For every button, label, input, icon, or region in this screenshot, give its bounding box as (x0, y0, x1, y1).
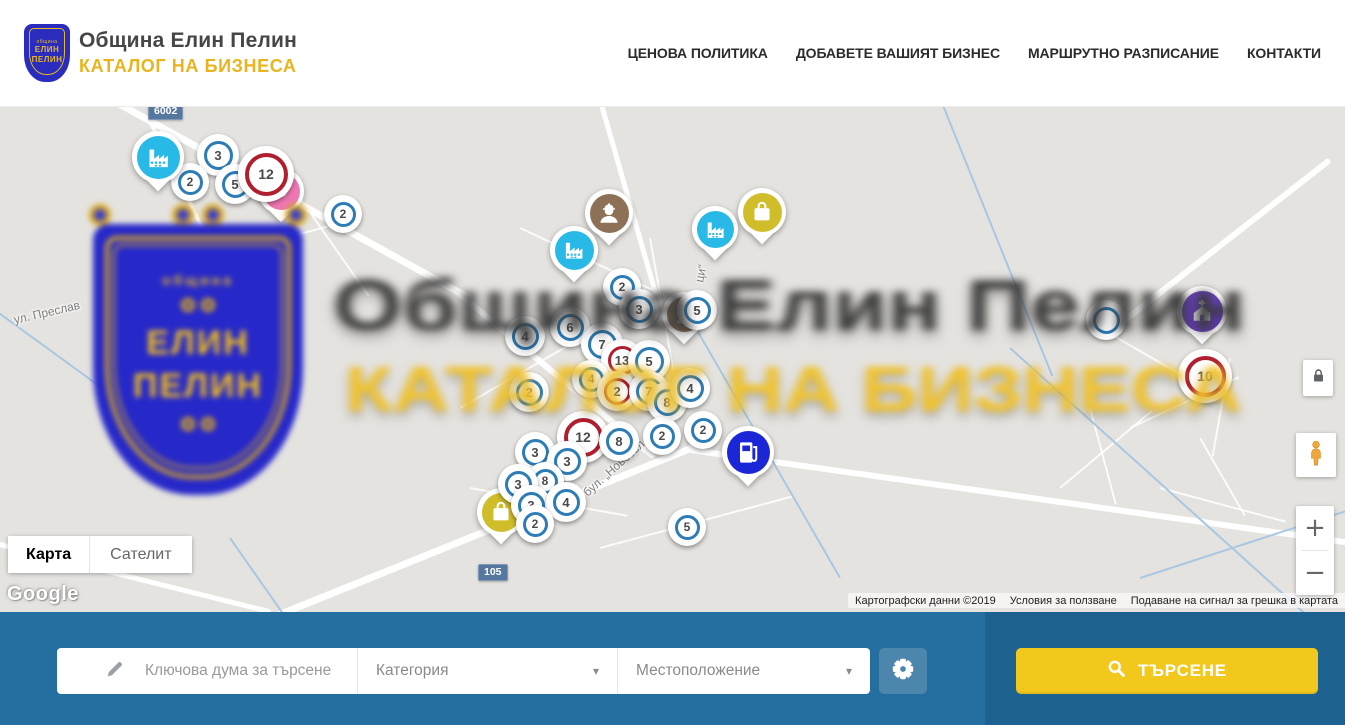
zoom-in-button[interactable]: + (1296, 506, 1334, 550)
chevron-down-icon: ▾ (593, 664, 599, 678)
ornament-curl (202, 204, 224, 226)
street-label: ци“ (692, 263, 709, 283)
watermark-subtitle: КАТАЛОГ НА БИЗНЕСА (345, 352, 1242, 426)
lock-button[interactable] (1303, 360, 1333, 396)
search-fields: Категория ▾ Местоположение ▾ (57, 648, 870, 694)
factory-icon (697, 211, 734, 248)
cluster-marker[interactable]: 5 (677, 290, 717, 330)
site-title: Община Елин Пелин (79, 29, 297, 53)
attribution-data: Картографски данни ©2019 (848, 595, 1003, 607)
keyword-field[interactable] (57, 648, 357, 694)
ornament-curl (89, 204, 111, 226)
road-line (1059, 410, 1152, 489)
crest-inner: община ЕЛИН ПЕЛИН (29, 28, 65, 75)
cluster-marker[interactable]: 2 (324, 195, 362, 233)
cluster-marker[interactable]: 8 (599, 421, 639, 461)
street-view-pegman-button[interactable] (1296, 433, 1336, 477)
cluster-marker[interactable]: 5 (668, 508, 706, 546)
church-pin[interactable] (1177, 286, 1227, 350)
road-line (1123, 158, 1332, 323)
map-type-control: Карта Сателит (8, 536, 192, 573)
nav-item-contacts[interactable]: КОНТАКТИ (1247, 45, 1321, 61)
cluster-marker[interactable]: 2 (516, 505, 554, 543)
advanced-settings-button[interactable] (879, 648, 927, 694)
brand-text: Община Елин Пелин КАТАЛОГ НА БИЗНЕСА (79, 29, 297, 77)
site-header: община ЕЛИН ПЕЛИН Община Елин Пелин КАТА… (0, 0, 1345, 107)
satellite-view-button[interactable]: Сателит (89, 536, 191, 573)
crest-name-line1: ЕЛИН (146, 322, 250, 365)
location-label: Местоположение (636, 662, 760, 680)
nav-item-route-schedule[interactable]: МАРШРУТНО РАЗПИСАНИЕ (1028, 45, 1219, 61)
category-label: Категория (376, 662, 448, 680)
municipality-crest-logo: община ЕЛИН ПЕЛИН (24, 24, 70, 82)
crest-name-line1: ЕЛИН (35, 46, 59, 55)
watermark-crest-shield: община ЕЛИН ПЕЛИН (93, 224, 303, 495)
bag-icon (743, 193, 782, 232)
water-line (939, 107, 1053, 377)
map-attribution: Картографски данни ©2019 Условия за полз… (848, 593, 1345, 608)
factory-pin[interactable] (550, 226, 598, 288)
crest-border-inner: община ЕЛИН ПЕЛИН (113, 244, 283, 469)
location-dropdown[interactable]: Местоположение ▾ (617, 648, 870, 694)
cluster-marker[interactable]: 4 (505, 316, 545, 356)
crest-top-word: община (36, 39, 57, 45)
fuel-pin[interactable] (722, 426, 774, 492)
zoom-control: + − (1296, 506, 1334, 595)
search-button[interactable]: ТЪРСЕНЕ (1016, 648, 1318, 694)
factory-icon (555, 231, 594, 270)
street-label: ул. Преслав (12, 298, 81, 327)
cluster-marker[interactable]: 2 (684, 411, 722, 449)
chevron-down-icon: ▾ (846, 664, 852, 678)
crest-flourish (181, 417, 215, 431)
gear-icon (891, 657, 915, 686)
cluster-marker[interactable]: 10 (1178, 349, 1232, 403)
crest-border-outer (105, 236, 291, 479)
zoom-out-button[interactable]: − (1296, 551, 1334, 595)
report-error-link[interactable]: Подаване на сигнал за грешка в картата (1124, 595, 1345, 607)
search-icon (1107, 659, 1126, 683)
water-line (0, 302, 228, 480)
crest-flourish (181, 298, 215, 312)
pencil-icon (105, 659, 125, 684)
cluster-marker[interactable]: 2 (643, 417, 681, 455)
pegman-icon (1305, 439, 1327, 472)
page: община ЕЛИН ПЕЛИН Община Елин Пелин КАТА… (0, 0, 1345, 725)
cluster-marker[interactable] (1086, 300, 1126, 340)
map-view-button[interactable]: Карта (8, 536, 89, 573)
search-bar: Категория ▾ Местоположение ▾ ТЪРСЕНЕ (0, 612, 1345, 725)
google-logo[interactable]: Google (7, 583, 79, 606)
factory-pin[interactable] (132, 131, 184, 197)
cluster-marker[interactable]: 3 (619, 289, 659, 329)
brand[interactable]: община ЕЛИН ПЕЛИН Община Елин Пелин КАТА… (24, 24, 297, 82)
cluster-marker[interactable]: 12 (238, 146, 294, 202)
main-nav: ЦЕНОВА ПОЛИТИКА ДОБАВЕТЕ ВАШИЯТ БИЗНЕС М… (628, 45, 1321, 61)
site-subtitle: КАТАЛОГ НА БИЗНЕСА (79, 56, 297, 77)
nav-item-pricing[interactable]: ЦЕНОВА ПОЛИТИКА (628, 45, 768, 61)
crest-name-line2: ПЕЛИН (32, 56, 63, 65)
church-icon (1182, 291, 1223, 332)
map[interactable]: ул. Преславбул. „Новоселци“6002105 32512… (0, 107, 1345, 612)
bag-pin[interactable] (738, 188, 786, 250)
water-line (1009, 347, 1322, 612)
category-dropdown[interactable]: Категория ▾ (357, 648, 617, 694)
route-badge: 105 (478, 564, 508, 581)
search-button-label: ТЪРСЕНЕ (1138, 661, 1227, 681)
cluster-marker[interactable]: 4 (670, 368, 710, 408)
route-badge: 6002 (148, 107, 183, 120)
factory-icon (137, 136, 180, 179)
nav-item-add-business[interactable]: ДОБАВЕТЕ ВАШИЯТ БИЗНЕС (796, 45, 1000, 61)
lock-icon (1310, 367, 1327, 389)
terms-link[interactable]: Условия за ползване (1003, 595, 1124, 607)
factory-pin[interactable] (692, 206, 738, 266)
crest-name-line2: ПЕЛИН (133, 365, 263, 408)
watermark-crest: община ЕЛИН ПЕЛИН (85, 210, 311, 495)
keyword-input[interactable] (145, 662, 355, 680)
fuel-icon (727, 431, 770, 474)
water-line (229, 537, 357, 612)
cluster-marker[interactable]: 2 (509, 372, 549, 412)
